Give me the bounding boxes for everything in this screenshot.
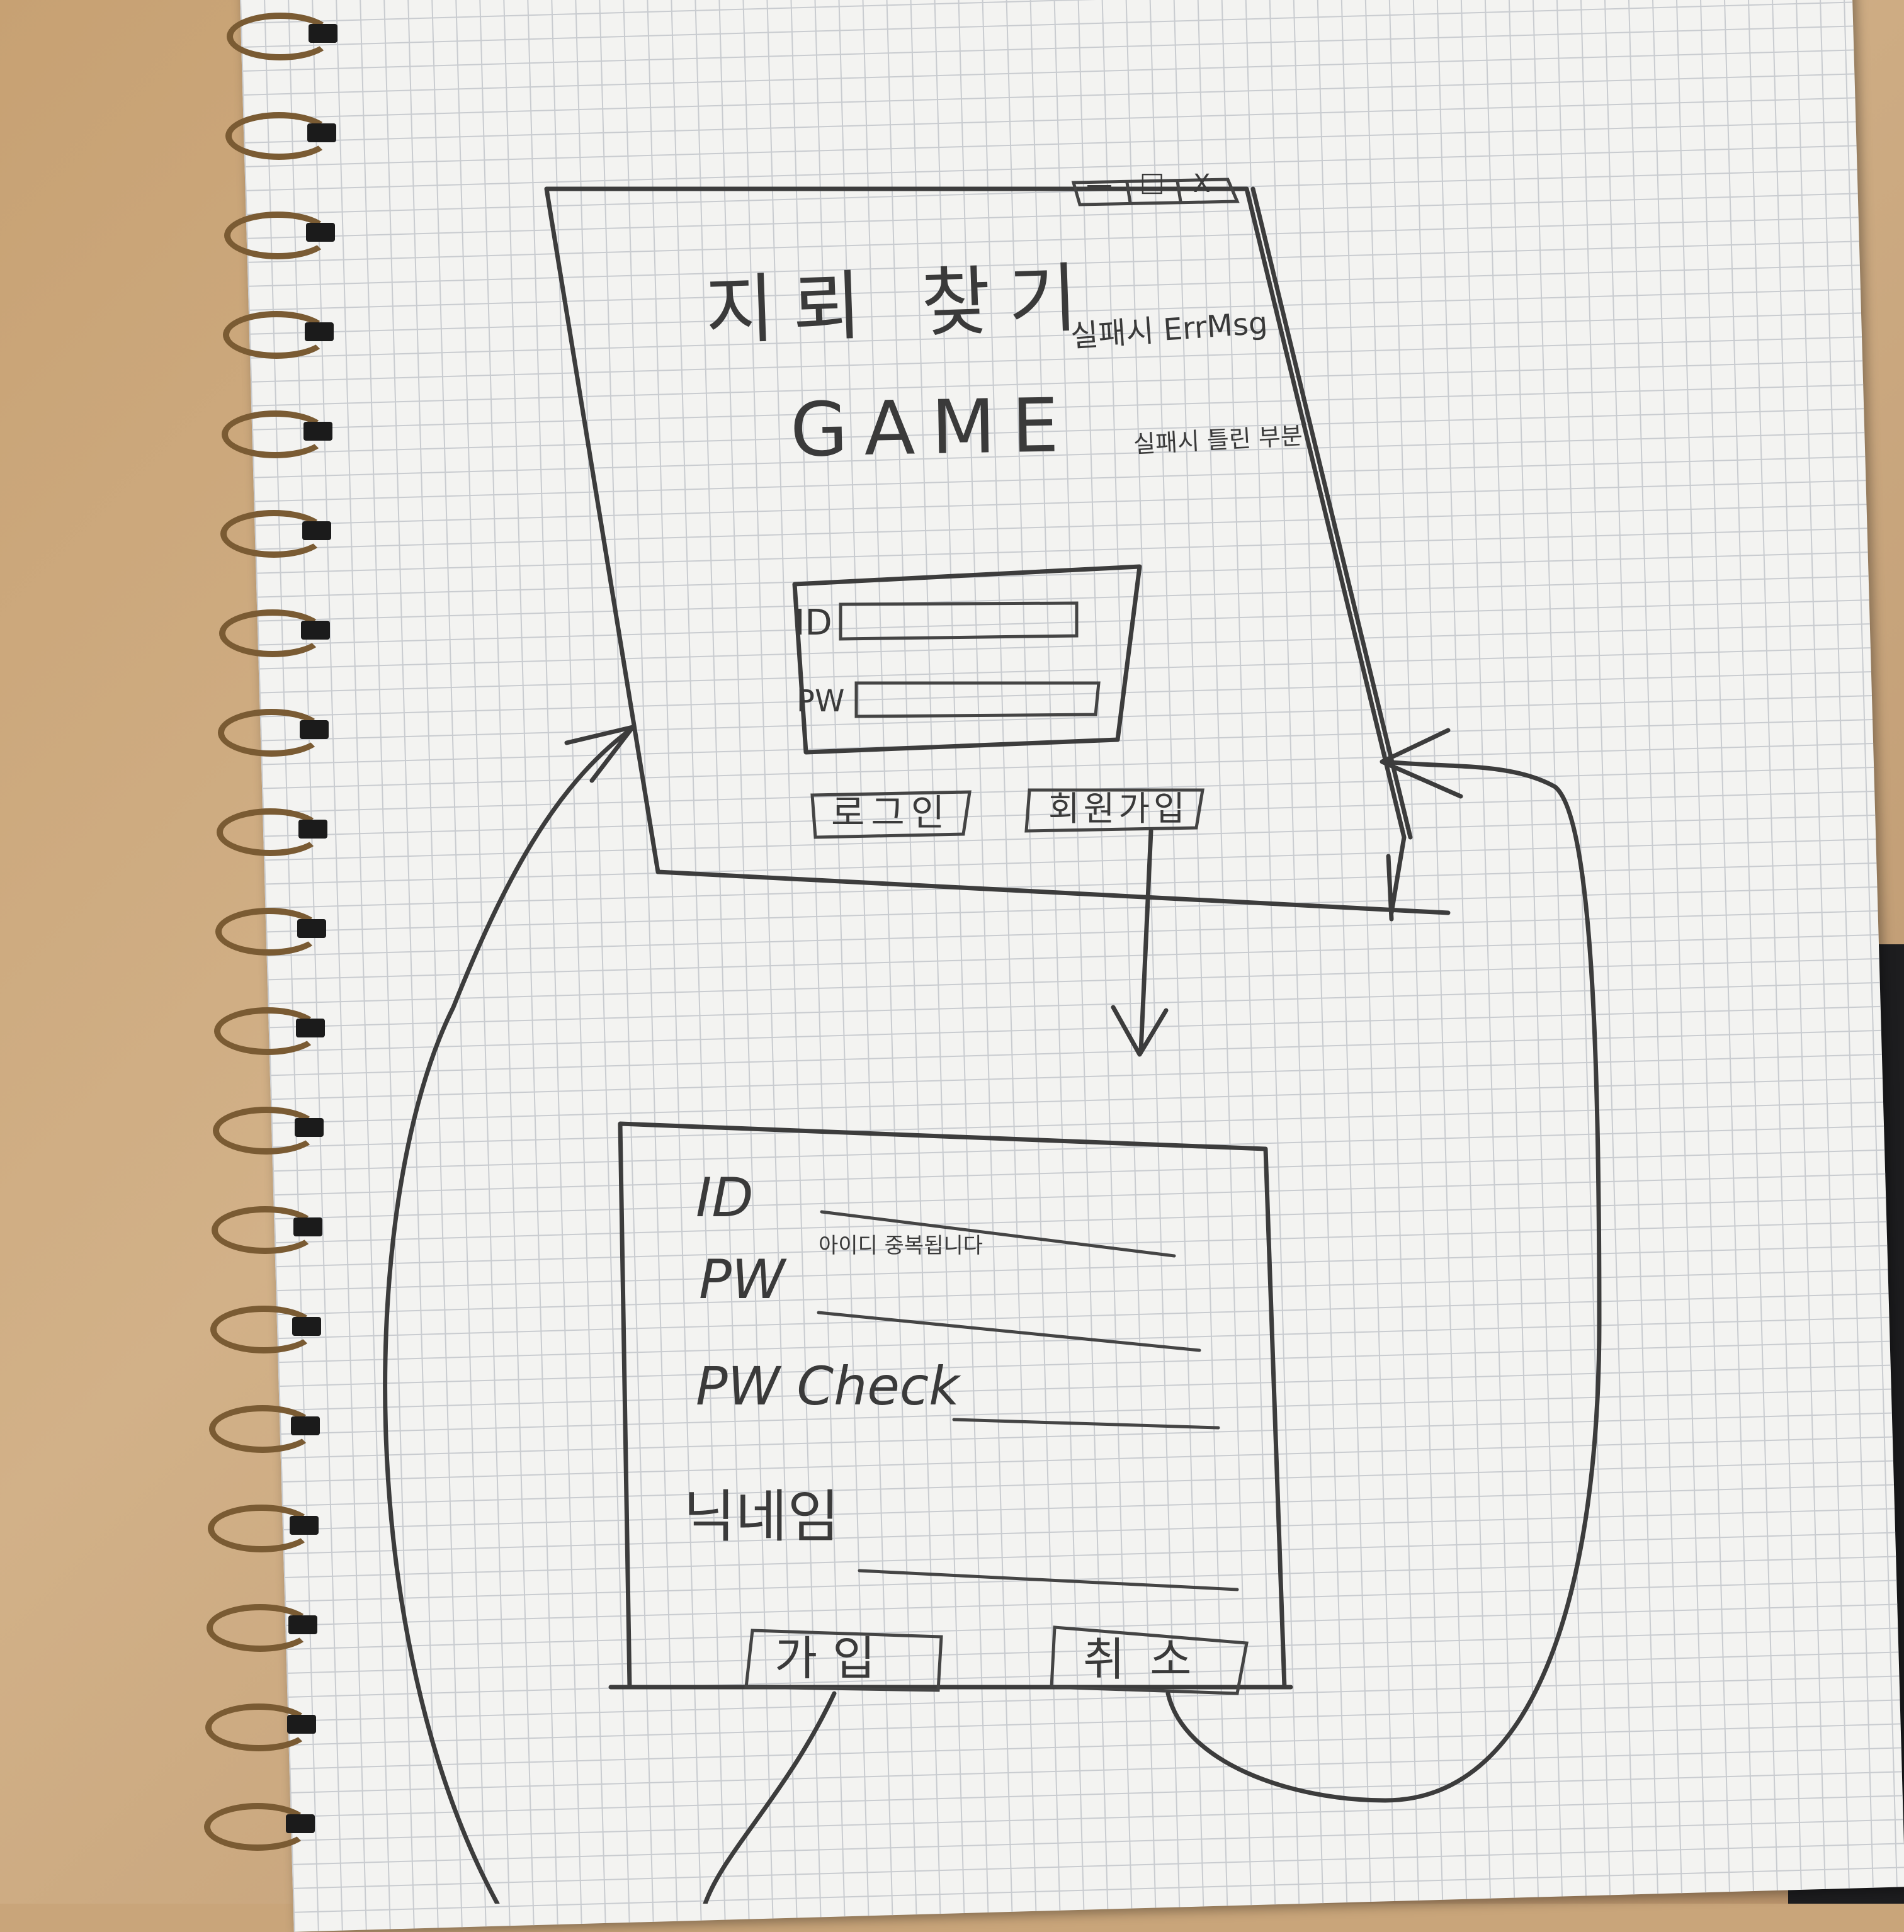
login-id-input[interactable] [844,606,1074,636]
signup-nickname-label: 닉네임 [683,1484,840,1550]
login-id-label: ID [795,602,832,643]
arrow-signup-to-form [1111,828,1169,1057]
signup-id-error: 아이디 중복됩니다 [819,1233,983,1258]
cancel-button[interactable]: 취소 [1083,1637,1216,1682]
signup-id-input[interactable] [822,1209,1174,1234]
signup-button[interactable]: 회원가입 [1048,792,1189,826]
signup-pw-check-label: PW Check [696,1355,960,1417]
arrow-join-to-login [383,725,837,1904]
arrow-cancel-to-login [1165,728,1602,1803]
titlebar-maximize-button[interactable]: □ [1140,169,1165,195]
game-subtitle: GAME [789,381,1076,473]
login-pw-input[interactable] [859,685,1096,715]
game-title: 지뢰 찾기 [703,254,1097,356]
titlebar-close-button[interactable]: X [1193,171,1210,196]
join-button[interactable]: 가입 [774,1635,890,1682]
signup-nickname-input[interactable] [859,1542,1237,1574]
login-button[interactable]: 로그인 [831,794,951,831]
signup-pw-input[interactable] [819,1291,1199,1322]
login-pw-label: PW [796,684,845,719]
signup-pw-check-input[interactable] [954,1391,1218,1423]
signup-id-label: ID [696,1167,754,1229]
signup-pw-label: PW [699,1248,785,1311]
titlebar-minimize-button[interactable]: — [1086,171,1113,198]
login-form-box [792,564,1142,755]
